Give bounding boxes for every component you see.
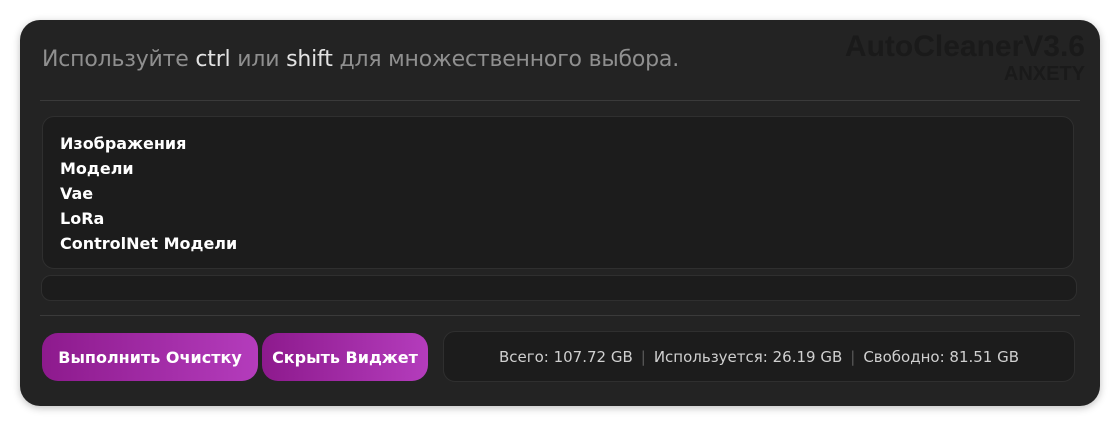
cleanup-select-list[interactable]: Изображения Модели Vae LoRa ControlNet М…	[42, 116, 1074, 269]
hint-or: или	[237, 47, 280, 72]
hint-prefix: Используйте	[42, 47, 189, 72]
option-images[interactable]: Изображения	[60, 131, 1056, 156]
storage-used: Используется: 26.19 GB	[653, 347, 843, 366]
header-divider	[40, 100, 1080, 101]
brand-watermark: AutoCleanerV3.6 ANXETY	[844, 30, 1085, 85]
cleanup-progress-bar	[41, 275, 1077, 301]
option-controlnet-models[interactable]: ControlNet Модели	[60, 231, 1056, 256]
ctrl-key-label: ctrl	[195, 47, 231, 72]
option-models[interactable]: Модели	[60, 156, 1056, 181]
brand-title: AutoCleanerV3.6	[844, 30, 1085, 63]
storage-info: Всего: 107.72 GB | Используется: 26.19 G…	[443, 331, 1075, 382]
hide-widget-button[interactable]: Скрыть Виджет	[262, 333, 428, 381]
option-vae[interactable]: Vae	[60, 181, 1056, 206]
selection-hint: Используйте ctrl или shift для множестве…	[42, 47, 679, 72]
option-lora[interactable]: LoRa	[60, 206, 1056, 231]
storage-total: Всего: 107.72 GB	[498, 347, 633, 366]
footer-divider	[40, 315, 1080, 316]
execute-cleanup-button[interactable]: Выполнить Очистку	[42, 333, 258, 381]
hint-suffix: для множественного выбора.	[339, 47, 680, 72]
storage-separator: |	[640, 347, 646, 366]
storage-free: Свободно: 81.51 GB	[863, 347, 1020, 366]
shift-key-label: shift	[286, 47, 333, 72]
brand-subtitle: ANXETY	[1003, 63, 1085, 85]
cleaner-widget: Используйте ctrl или shift для множестве…	[20, 20, 1100, 406]
storage-separator: |	[850, 347, 856, 366]
